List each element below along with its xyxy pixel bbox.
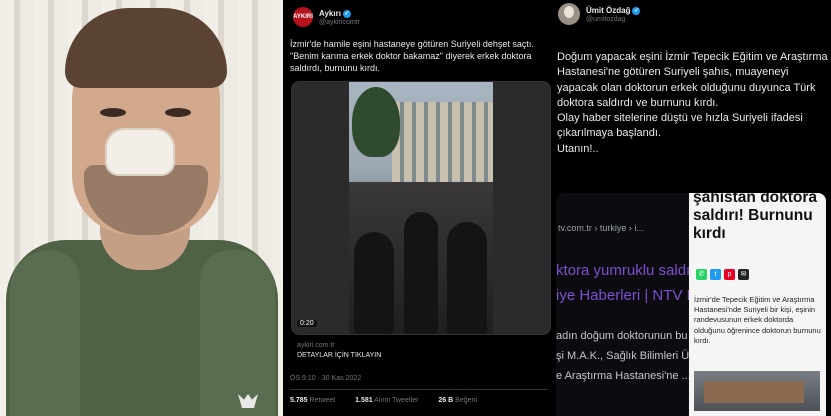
search-snippet: adın doğum doktorunun bu şi M.A.K., Sağl… [556,326,695,386]
like-stat[interactable]: 26 B Beğeni [438,397,486,404]
snippet-line: e Araştırma Hastanesi'ne ... [556,370,691,382]
article-photo [694,371,820,411]
news-screenshot-image[interactable]: tv.com.tr › turkiye › i... ktora yumrukl… [556,193,826,416]
aykiri-tweet: AYKIRI Aykırı ✓ @aykiricomtr İzmir'de ham… [283,0,554,416]
person [447,222,487,334]
email-icon[interactable]: ✉ [738,269,749,280]
left-eye [100,108,126,117]
tweet-timestamp[interactable]: ÖS 9:10 · 30 Kas 2022 [290,375,361,382]
like-count: 26 B [438,397,454,404]
umit-ozdag-tweet: Ümit Özdağ ✓ @umitozdag Doğum yapacak eşi… [554,0,831,416]
retweet-stat[interactable]: 5.785 Retweet [290,397,344,404]
video-player[interactable]: 0:20 [291,81,551,335]
tweet-text: İzmir'de hamile eşini hastaneye götüren … [290,39,534,73]
author-name[interactable]: Aykırı ✓ [319,9,351,18]
author-avatar[interactable]: AYKIRI [293,7,313,27]
hood-right [200,250,275,416]
palm-tree [352,87,400,157]
person [404,212,438,334]
retweet-count: 5.785 [290,397,308,404]
verified-badge-icon: ✓ [632,6,641,15]
person [354,232,394,334]
news-article: şahıstan doktora saldırı! Burnunu kırdı … [689,193,826,416]
twitter-icon[interactable]: t [710,269,721,280]
right-eye [165,108,191,117]
divider [290,389,548,390]
link-card-title[interactable]: DETAYLAR İÇİN TIKLAYIN [297,352,381,359]
author-handle[interactable]: @umitozdag [586,16,625,23]
author-name[interactable]: Ümit Özdağ ✓ [586,6,641,15]
retweet-label: Retweet [309,397,336,404]
link-card-domain[interactable]: aykiri.com.tr [297,342,335,349]
tweet-stats: 5.785 Retweet 1.581 Alıntı Tweetler 26 B… [290,397,495,404]
search-headline: ktora yumruklu saldı iye Haberleri | NTV… [556,258,697,308]
pinterest-icon[interactable]: p [724,269,735,280]
headline-line: ktora yumruklu saldı [556,262,691,279]
like-label: Beğeni [455,397,477,404]
quote-label: Alıntı Tweetler [374,397,419,404]
video-blur-left [292,82,349,334]
nose-bandage [105,128,175,176]
snippet-line: adın doğum doktorunun bu [556,330,688,342]
share-buttons: ✆ t p ✉ [696,269,749,280]
verified-badge-icon: ✓ [342,9,351,18]
quote-count: 1.581 [355,397,373,404]
video-blur-right [493,82,550,334]
article-body: İzmir'de Tepecik Eğitim ve Araştırma Has… [694,295,821,345]
hood-left [10,250,80,416]
author-handle[interactable]: @aykiricomtr [319,19,360,26]
photo-panel [0,0,283,416]
hospital-building [392,102,493,182]
article-title: şahıstan doktora saldırı! Burnunu kırdı [693,193,818,242]
snippet-line: şi M.A.K., Sağlık Bilimleri Ün [556,350,696,362]
headline-line: iye Haberleri | NTV H [556,287,698,304]
video-duration: 0:20 [297,320,317,327]
quote-stat[interactable]: 1.581 Alıntı Tweetler [355,397,427,404]
whatsapp-icon[interactable]: ✆ [696,269,707,280]
author-avatar[interactable] [558,3,580,25]
tweet-text: Doğum yapacak eşini İzmir Tepecik Eğitim… [557,51,828,155]
search-breadcrumb: tv.com.tr › turkiye › i... [558,223,644,233]
author-name-text[interactable]: Ümit Özdağ [586,6,630,15]
search-result-snippet: tv.com.tr › turkiye › i... ktora yumrukl… [556,193,697,416]
author-name-text[interactable]: Aykırı [319,9,341,18]
